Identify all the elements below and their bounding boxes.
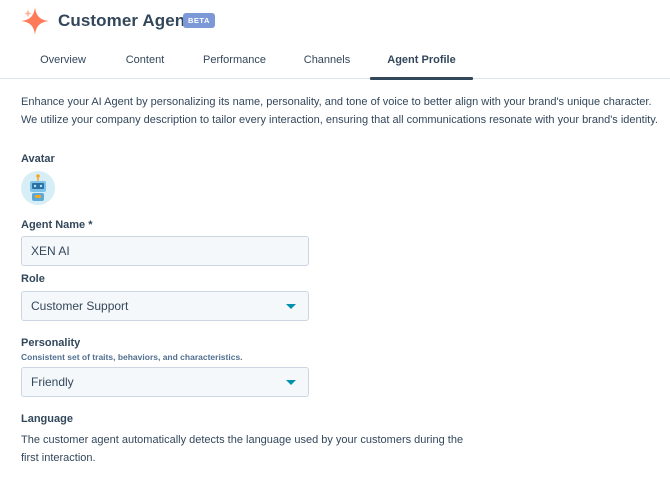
caret-down-icon — [286, 304, 296, 309]
role-select-value: Customer Support — [31, 299, 129, 313]
personality-select[interactable]: Friendly — [21, 367, 309, 397]
language-description: The customer agent automatically detects… — [21, 434, 464, 464]
role-select[interactable]: Customer Support — [21, 291, 309, 321]
robot-avatar-icon — [21, 171, 55, 205]
tab-content[interactable]: Content — [113, 42, 177, 79]
language-label: Language — [21, 413, 73, 425]
personality-select-value: Friendly — [31, 375, 74, 389]
intro-text: Enhance your AI Agent by personalizing i… — [21, 96, 658, 126]
tab-bar: Overview Content Performance Channels Ag… — [0, 42, 670, 80]
personality-label: Personality — [21, 337, 81, 349]
app-header: Customer Agent BETA — [0, 0, 670, 42]
personality-help-text: Consistent set of traits, behaviors, and… — [21, 352, 243, 362]
tab-channels[interactable]: Channels — [292, 42, 362, 79]
tab-performance[interactable]: Performance — [192, 42, 277, 79]
sparkle-logo-icon — [21, 7, 49, 35]
app-title: Customer Agent — [58, 11, 192, 30]
tab-agent-profile[interactable]: Agent Profile — [370, 42, 473, 80]
agent-name-input[interactable]: XEN AI — [21, 236, 309, 266]
tab-overview[interactable]: Overview — [28, 42, 98, 79]
caret-down-icon — [286, 380, 296, 385]
role-label: Role — [21, 273, 45, 285]
avatar[interactable] — [21, 171, 55, 205]
agent-name-label: Agent Name * — [21, 219, 93, 231]
avatar-label: Avatar — [21, 153, 55, 165]
beta-badge: BETA — [183, 13, 215, 28]
